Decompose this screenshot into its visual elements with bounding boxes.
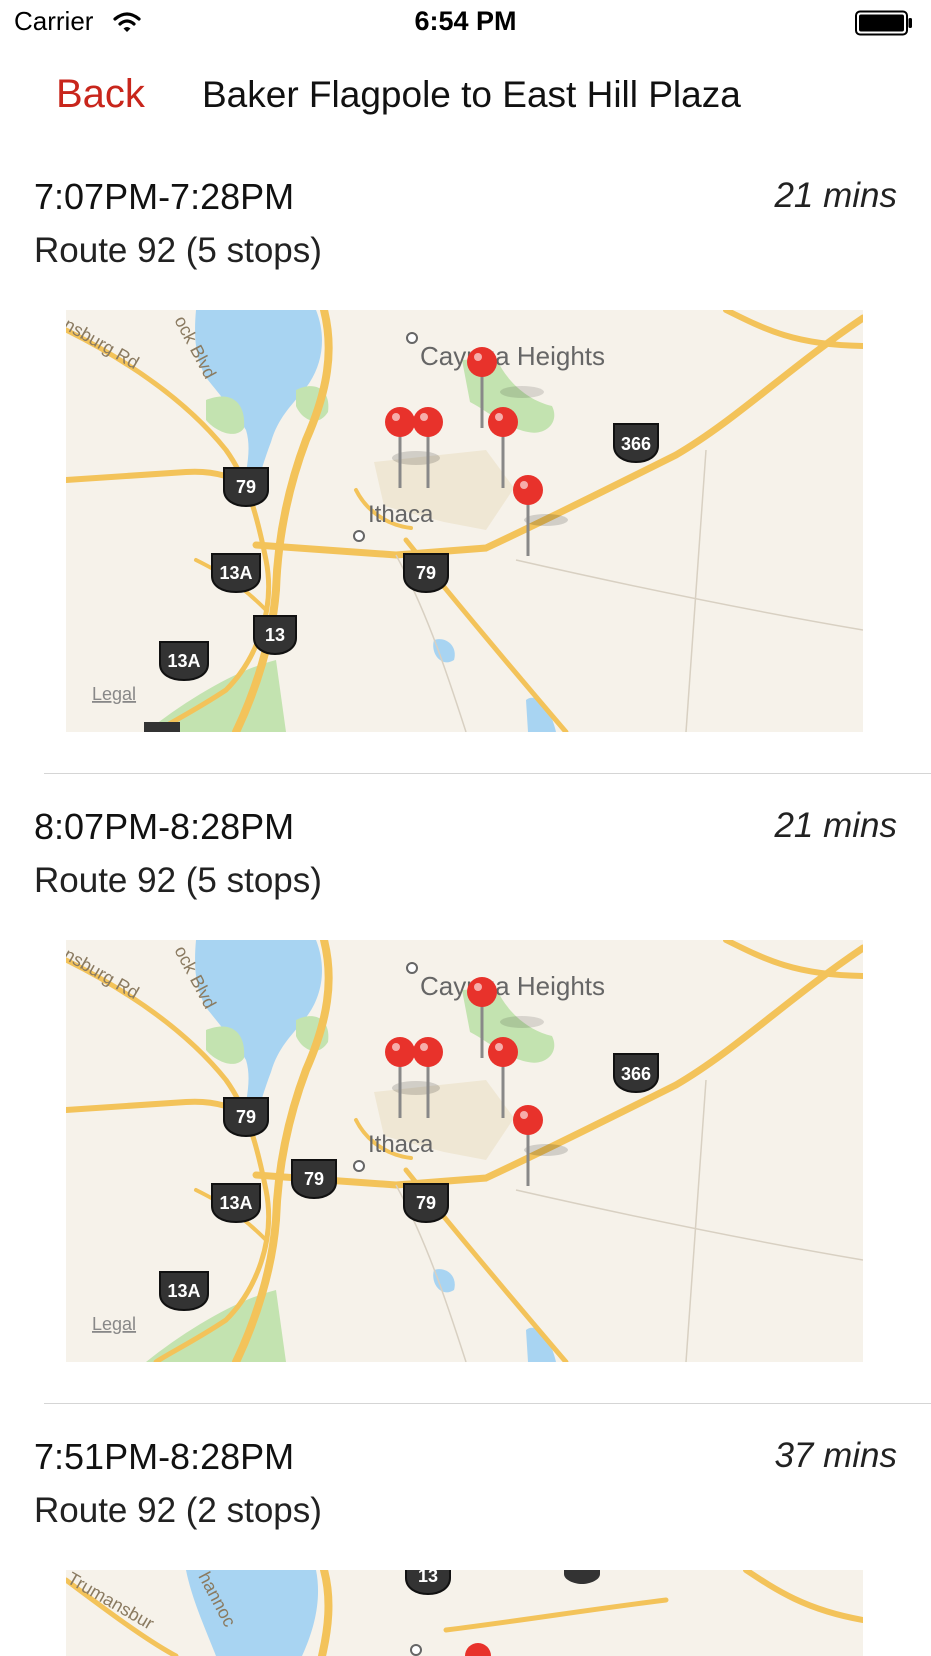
map-pin [513,475,568,556]
svg-text:79: 79 [304,1169,324,1189]
battery-icon [855,10,912,36]
map-pin [513,1105,568,1186]
place-label: Cayuga Heights [420,341,605,371]
svg-text:366: 366 [621,1064,651,1084]
separator [44,773,931,774]
trip-duration: 21 mins [774,806,897,845]
trip-duration: 37 mins [774,1436,897,1475]
route-shield: 79 [403,553,449,594]
town-label: Ithaca [368,501,434,528]
route-shield: 79 [403,1183,449,1224]
trip-duration: 21 mins [774,176,897,215]
trip-route: Route 92 (5 stops) [34,231,322,270]
route-map[interactable]: Cayuga Heights Ithaca nsburg Rd ock Blvd… [66,310,863,732]
svg-text:79: 79 [416,1193,436,1213]
svg-text:366: 366 [621,434,651,454]
place-label: Cayuga Heights [420,971,605,1001]
road-label: nsburg Rd [66,944,142,1003]
route-shield: 13A [211,553,261,594]
route-shield: 79 [223,1097,269,1138]
route-shield: 13A [159,1271,209,1312]
route-map[interactable]: Cayuga Heights Ithaca nsburg Rd ock Blvd… [66,940,863,1362]
trip-time: 7:07PM-7:28PM [34,176,295,217]
status-clock: 6:54 PM [414,6,517,36]
separator [44,1403,931,1404]
svg-text:13A: 13A [219,1193,252,1213]
route-shield: 13 [405,1570,451,1596]
route-shield: 79 [291,1159,337,1200]
svg-text:79: 79 [236,477,256,497]
map-legal-link: Legal [92,684,136,704]
route-shield: 13 [253,615,297,656]
trip-route: Route 92 (2 stops) [34,1491,322,1530]
route-shield: 366 [613,423,659,464]
trip-row[interactable]: 7:51PM-8:28PM 37 mins Route 92 (2 stops)… [0,1436,931,1656]
svg-text:79: 79 [416,563,436,583]
trip-route: Route 92 (5 stops) [34,861,322,900]
svg-text:13A: 13A [167,1281,200,1301]
route-shield: 13A [211,1183,261,1224]
trip-row[interactable]: 8:07PM-8:28PM 21 mins Route 92 (5 stops) [0,806,931,1366]
svg-text:79: 79 [236,1107,256,1127]
route-map[interactable]: 13 Trumansbur hannoc [66,1570,863,1656]
navigation-bar: Back Baker Flagpole to East Hill Plaza [0,48,931,140]
road-label: nsburg Rd [66,314,142,373]
route-shield: 366 [613,1053,659,1094]
svg-text:13: 13 [265,625,285,645]
svg-text:13A: 13A [167,651,200,671]
route-shield: 13A [159,641,209,682]
route-shield: 79 [223,467,269,508]
trip-time: 7:51PM-8:28PM [34,1436,295,1477]
map-legal-link: Legal [92,1314,136,1334]
trip-time: 8:07PM-8:28PM [34,806,295,847]
status-bar: Carrier 6:54 PM [0,0,931,48]
back-button[interactable]: Back [56,72,145,117]
page-title: Baker Flagpole to East Hill Plaza [202,74,741,115]
town-label: Ithaca [368,1131,434,1158]
trip-row[interactable]: 7:07PM-7:28PM 21 mins Route 92 (5 stops) [0,176,931,736]
svg-text:13: 13 [418,1570,438,1586]
road-label: Trumansbur [66,1570,157,1634]
svg-text:13A: 13A [219,563,252,583]
